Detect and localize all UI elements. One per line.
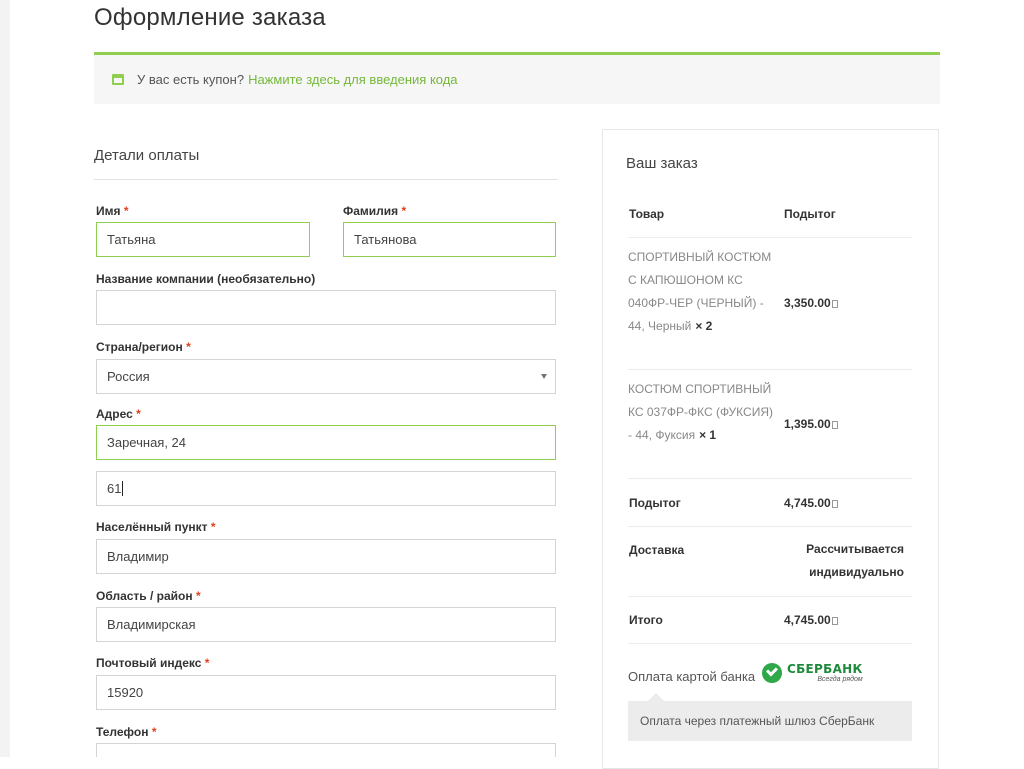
country-label-text: Страна/регион: [96, 340, 183, 354]
total-label: Итого: [629, 613, 663, 627]
order-item-qty: × 2: [695, 319, 713, 333]
required-mark: *: [195, 589, 201, 603]
address-line1-value: Заречная, 24: [107, 435, 187, 450]
divider: [628, 369, 912, 370]
payment-method-label[interactable]: Оплата картой банка: [628, 669, 755, 684]
first-name-label-text: Имя: [96, 204, 121, 218]
coupon-notice: У вас есть купон? Нажмите здесь для введ…: [94, 52, 940, 104]
address-line2-value: 61: [107, 481, 122, 496]
order-item-variant: 44, Черный: [628, 319, 692, 333]
first-name-value: Татьяна: [107, 232, 156, 247]
last-name-field[interactable]: Татьянова: [343, 222, 556, 257]
address-label: Адрес *: [96, 407, 141, 421]
required-mark: *: [204, 656, 210, 670]
city-label: Населённый пункт *: [96, 520, 216, 534]
last-name-label-text: Фамилия: [343, 204, 399, 218]
sberbank-logo: СБЕРБАНК Всегда рядом: [762, 662, 863, 684]
phone-label-text: Телефон: [96, 725, 149, 739]
required-mark: *: [136, 407, 141, 421]
order-item-total-value: 1,395.00: [784, 417, 831, 431]
coupon-link[interactable]: Нажмите здесь для введения кода: [248, 72, 457, 87]
currency-icon: [831, 421, 838, 429]
currency-icon: [831, 300, 838, 308]
required-mark: *: [151, 725, 157, 739]
phone-field[interactable]: [96, 743, 556, 757]
text-cursor: [122, 481, 124, 496]
country-select[interactable]: Россия: [96, 359, 556, 394]
sberbank-logo-name: СБЕРБАНК: [787, 662, 863, 676]
state-label: Область / район *: [96, 589, 201, 603]
required-mark: *: [401, 204, 407, 218]
address-label-text: Адрес: [96, 407, 133, 421]
state-value: Владимирская: [107, 617, 196, 632]
subtotal-value: 4,745.00: [784, 496, 831, 510]
required-mark: *: [123, 204, 129, 218]
first-name-label: Имя *: [96, 204, 129, 218]
divider: [628, 478, 912, 479]
sberbank-logo-text: СБЕРБАНК Всегда рядом: [787, 662, 863, 684]
company-field[interactable]: [96, 290, 556, 325]
col-subtotal-header: Подытог: [784, 207, 836, 221]
postcode-field[interactable]: 15920: [96, 675, 556, 710]
divider: [628, 526, 912, 527]
company-label: Название компании (необязательно): [96, 272, 316, 286]
coupon-text: У вас есть купон?: [137, 72, 245, 87]
last-name-label: Фамилия *: [343, 204, 406, 218]
sberbank-logo-tagline: Всегда рядом: [817, 676, 863, 683]
page-title: Оформление заказа: [94, 4, 326, 31]
divider: [94, 179, 558, 180]
shipping-label: Доставка: [629, 543, 685, 557]
currency-icon: [831, 617, 838, 625]
state-field[interactable]: Владимирская: [96, 607, 556, 642]
window-icon: [112, 74, 124, 85]
order-item-total: 1,395.00: [784, 417, 838, 431]
total-amount: 4,745.00: [784, 613, 838, 627]
city-value: Владимир: [107, 549, 169, 564]
state-label-text: Область / район: [96, 589, 193, 603]
postcode-label-text: Почтовый индекс: [96, 656, 202, 670]
required-mark: *: [210, 520, 216, 534]
divider: [628, 237, 912, 238]
order-item-name: Спортивный костюм с капюшоном КС 040ФР-Ч…: [628, 246, 778, 338]
order-item-variant: 44, Фуксия: [635, 428, 696, 442]
left-rail: [0, 0, 10, 757]
shipping-value: Рассчитывается индивидуально: [806, 542, 904, 579]
city-label-text: Населённый пункт: [96, 520, 208, 534]
chevron-down-icon: [541, 374, 547, 379]
col-product-header: Товар: [629, 207, 665, 221]
country-value: Россия: [107, 369, 150, 384]
subtotal-amount: 4,745.00: [784, 496, 838, 510]
payment-description: Оплата через платежный шлюз СберБанк: [628, 693, 912, 741]
billing-title: Детали оплаты: [94, 147, 200, 164]
country-label: Страна/регион *: [96, 340, 191, 354]
postcode-label: Почтовый индекс *: [96, 656, 209, 670]
currency-icon: [831, 500, 838, 508]
order-item-title: Спортивный костюм с капюшоном КС 040ФР-Ч…: [628, 250, 772, 310]
required-mark: *: [186, 340, 191, 354]
postcode-value: 15920: [107, 685, 144, 700]
order-item-total-value: 3,350.00: [784, 296, 831, 310]
sberbank-logo-icon: [762, 663, 782, 683]
total-value: 4,745.00: [784, 613, 831, 627]
phone-label: Телефон *: [96, 725, 156, 739]
subtotal-label: Подытог: [629, 496, 681, 510]
order-item-total: 3,350.00: [784, 296, 838, 310]
address-line2-field[interactable]: 61: [96, 471, 556, 506]
order-item-name: Костюм спортивный КС 037ФР-ФКС (ФУКСИЯ) …: [628, 378, 778, 447]
order-title: Ваш заказ: [626, 155, 698, 172]
address-line1-field[interactable]: Заречная, 24: [96, 425, 556, 460]
order-item-qty: × 1: [699, 428, 717, 442]
first-name-field[interactable]: Татьяна: [96, 222, 310, 257]
city-field[interactable]: Владимир: [96, 539, 556, 574]
divider: [628, 596, 912, 597]
last-name-value: Татьянова: [354, 232, 417, 247]
divider: [628, 643, 912, 644]
